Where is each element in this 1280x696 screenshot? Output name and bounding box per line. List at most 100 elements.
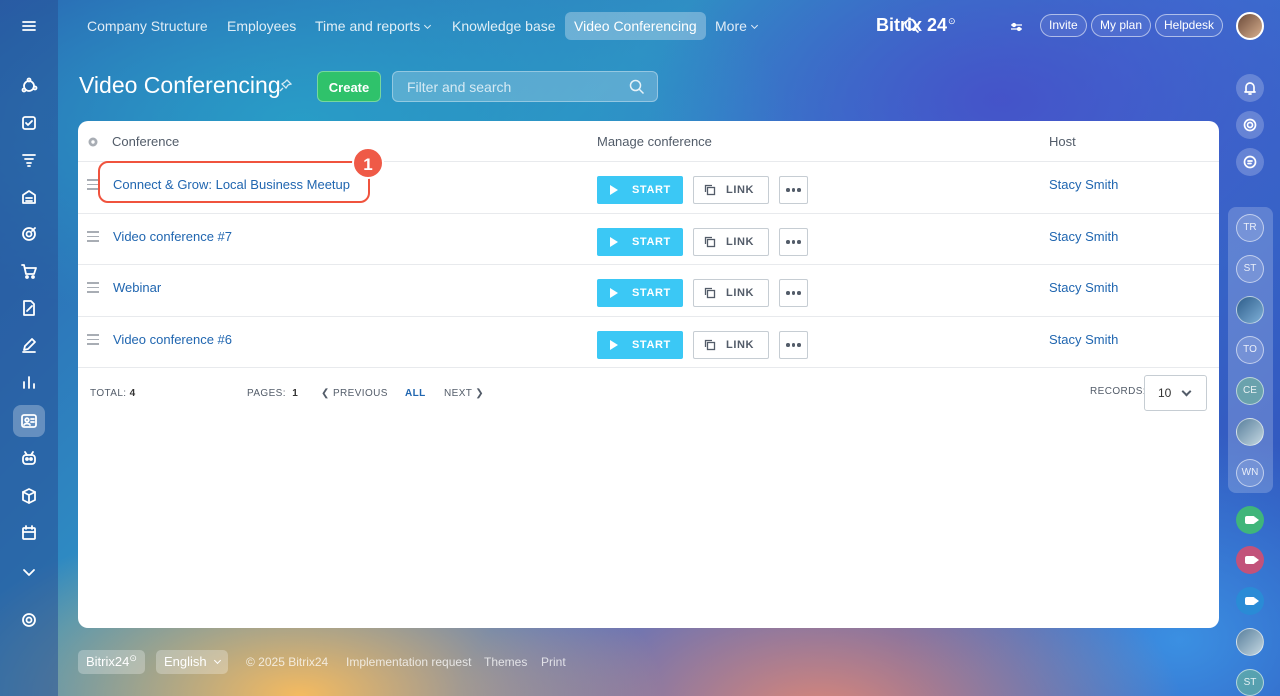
start-label: START [632, 184, 671, 196]
copy-link-button[interactable]: LINK [693, 331, 769, 359]
themes-link[interactable]: Themes [484, 655, 527, 669]
host-link[interactable]: Stacy Smith [1049, 280, 1118, 295]
host-link[interactable]: Stacy Smith [1049, 229, 1118, 244]
start-button[interactable]: START [597, 228, 683, 256]
contact-avatar[interactable]: TO [1236, 336, 1264, 364]
page-title: Video Conferencing [79, 72, 281, 98]
start-button[interactable]: START [597, 331, 683, 359]
contact-avatar[interactable]: ST [1236, 255, 1264, 283]
contact-avatar[interactable]: WN [1236, 459, 1264, 487]
chevron-down-icon [1181, 386, 1192, 397]
feed-icon[interactable] [13, 70, 45, 102]
contact-avatar[interactable] [1236, 628, 1264, 656]
copy-link-button[interactable]: LINK [693, 228, 769, 256]
more-actions-button[interactable] [779, 279, 808, 307]
my-plan-button[interactable]: My plan [1091, 14, 1152, 37]
implementation-request-link[interactable]: Implementation request [346, 655, 471, 669]
pin-icon[interactable] [279, 79, 293, 97]
nav-employees[interactable]: Employees [218, 12, 305, 40]
drag-handle-icon[interactable] [87, 231, 99, 245]
conference-link[interactable]: Video conference #6 [113, 332, 232, 347]
filter-search-box[interactable] [392, 71, 658, 102]
document-sign-icon[interactable] [13, 292, 45, 324]
play-icon [610, 340, 618, 350]
print-link[interactable]: Print [541, 655, 566, 669]
drag-handle-icon[interactable] [87, 334, 99, 348]
conference-link[interactable]: Webinar [113, 280, 161, 295]
drag-handle-icon[interactable] [87, 282, 99, 296]
header-manage-conference[interactable]: Manage conference [597, 134, 712, 149]
records-value: 10 [1158, 386, 1172, 400]
pages-label: PAGES: [247, 388, 286, 399]
robot-icon[interactable] [13, 442, 45, 474]
footer-brand[interactable]: Bitrix24⊙ [78, 650, 145, 674]
invite-button[interactable]: Invite [1040, 14, 1087, 37]
host-link[interactable]: Stacy Smith [1049, 177, 1118, 192]
storage-icon[interactable] [13, 181, 45, 213]
tasks-icon[interactable] [13, 107, 45, 139]
host-link[interactable]: Stacy Smith [1049, 332, 1118, 347]
contact-avatar[interactable] [1236, 418, 1264, 446]
copy-icon [704, 339, 716, 351]
header-host[interactable]: Host [1049, 134, 1076, 149]
target-icon[interactable] [13, 218, 45, 250]
create-button[interactable]: Create [317, 71, 381, 102]
settings-gear-icon[interactable] [13, 604, 45, 636]
link-label: LINK [726, 339, 755, 351]
more-actions-button[interactable] [779, 176, 808, 204]
more-actions-button[interactable] [779, 331, 808, 359]
contact-avatar[interactable]: ST [1236, 669, 1264, 696]
cart-icon[interactable] [13, 255, 45, 287]
contact-avatar[interactable] [1236, 296, 1264, 324]
clock-icon: ⊙ [948, 16, 956, 26]
video-call-icon[interactable] [1236, 587, 1264, 615]
chevron-down-icon[interactable] [13, 556, 45, 588]
gear-icon[interactable] [87, 135, 99, 153]
video-call-icon[interactable] [1236, 506, 1264, 534]
analytics-icon[interactable] [13, 366, 45, 398]
chat-icon[interactable] [1236, 148, 1264, 176]
nav-more[interactable]: More [706, 12, 766, 40]
video-conferencing-icon[interactable] [13, 405, 45, 437]
nav-video-conferencing[interactable]: Video Conferencing [565, 12, 706, 40]
bell-icon[interactable] [1236, 74, 1264, 102]
previous-page-link[interactable]: ❮ PREVIOUS [321, 388, 388, 399]
link-label: LINK [726, 236, 755, 248]
next-label: NEXT [444, 388, 473, 399]
copy-link-button[interactable]: LINK [693, 176, 769, 204]
total-value: 4 [129, 388, 136, 399]
settings-sliders-icon[interactable] [1010, 20, 1023, 38]
nav-time-and-reports[interactable]: Time and reports [306, 12, 439, 40]
box-icon[interactable] [13, 480, 45, 512]
start-button[interactable]: START [597, 176, 683, 204]
bitrix24-logo[interactable]: Bitrix 24⊙ [876, 15, 956, 36]
pen-icon[interactable] [13, 329, 45, 361]
records-per-page-select[interactable]: 10 [1144, 375, 1207, 411]
conference-link[interactable]: Video conference #7 [113, 229, 232, 244]
nav-company-structure[interactable]: Company Structure [78, 12, 217, 40]
search-icon[interactable] [629, 79, 645, 100]
contact-avatar[interactable]: CE [1236, 377, 1264, 405]
nav-knowledge-base[interactable]: Knowledge base [443, 12, 565, 40]
helpdesk-button[interactable]: Helpdesk [1155, 14, 1224, 37]
start-label: START [632, 287, 671, 299]
next-page-link[interactable]: NEXT ❯ [444, 388, 484, 399]
start-button[interactable]: START [597, 279, 683, 307]
video-call-icon[interactable] [1236, 546, 1264, 574]
records-label: RECORDS: [1090, 386, 1146, 397]
all-pages-link[interactable]: ALL [405, 388, 426, 399]
more-actions-button[interactable] [779, 228, 808, 256]
chevron-down-icon [424, 21, 432, 30]
copy-link-button[interactable]: LINK [693, 279, 769, 307]
funnel-icon[interactable] [13, 144, 45, 176]
previous-label: PREVIOUS [332, 388, 388, 399]
play-icon [610, 185, 618, 195]
menu-icon[interactable] [13, 10, 45, 42]
copilot-icon[interactable] [1236, 111, 1264, 139]
calendar-icon[interactable] [13, 517, 45, 549]
language-select[interactable]: English [156, 650, 229, 674]
header-conference[interactable]: Conference [112, 134, 179, 149]
filter-search-input[interactable] [393, 72, 613, 101]
contact-avatar[interactable]: TR [1236, 214, 1264, 242]
left-sidebar [0, 0, 58, 696]
